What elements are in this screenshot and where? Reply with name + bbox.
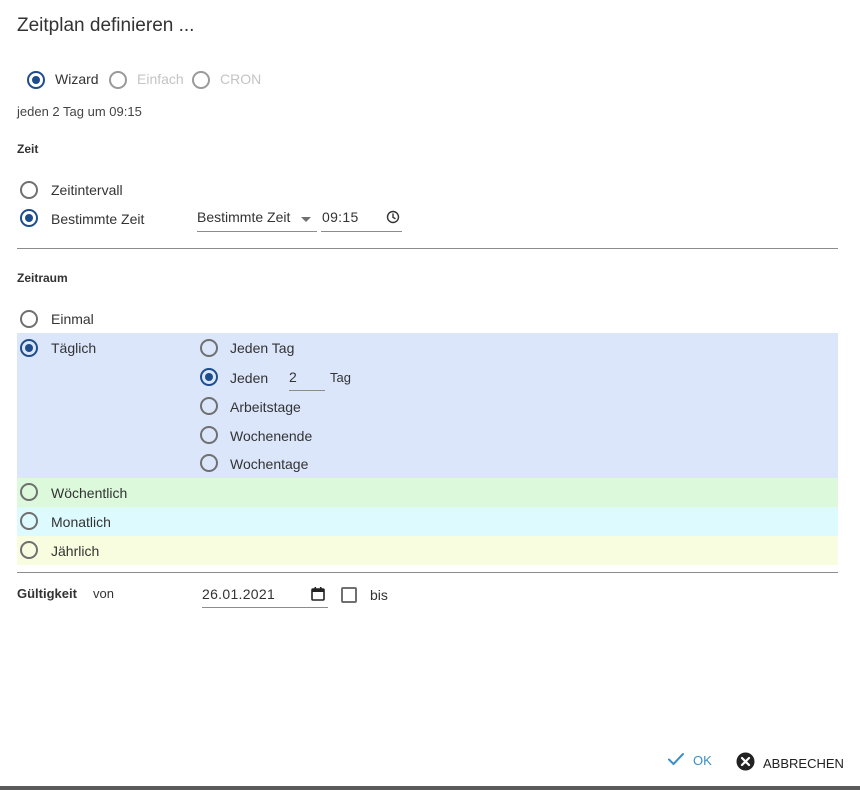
radio-woechentlich[interactable] (20, 483, 38, 501)
radio-jaehrlich[interactable] (20, 541, 38, 559)
band-jaehrlich (17, 536, 838, 565)
label-von: von (93, 586, 114, 601)
window-bottom-edge (0, 786, 860, 790)
valid-until-checkbox[interactable] (341, 587, 357, 603)
label-monatlich: Monatlich (51, 514, 111, 530)
section-heading-zeit: Zeit (17, 142, 39, 156)
mode-radio-cron[interactable] (192, 71, 210, 89)
valid-from-date-input[interactable]: 26.01.2021 (202, 583, 328, 608)
radio-zeitintervall[interactable] (20, 181, 38, 199)
divider-zeitraum (17, 572, 838, 573)
dialog-title: Zeitplan definieren ... (17, 15, 195, 36)
label-jeden-n: Jeden (230, 370, 269, 386)
label-bestimmte-zeit: Bestimmte Zeit (51, 211, 145, 227)
radio-monatlich[interactable] (20, 512, 38, 530)
time-mode-select-value: Bestimmte Zeit (197, 209, 291, 225)
band-monatlich (17, 507, 838, 536)
label-arbeitstage: Arbeitstage (230, 399, 301, 415)
interval-days-input[interactable]: 2 (289, 367, 325, 391)
radio-wochenende[interactable] (200, 426, 218, 444)
cancel-button-label: ABBRECHEN (763, 755, 844, 771)
label-woechentlich: Wöchentlich (51, 485, 128, 501)
label-wochentage: Wochentage (230, 456, 309, 472)
divider-zeit (17, 248, 838, 249)
mode-label-wizard: Wizard (55, 71, 99, 87)
ok-button[interactable]: OK (667, 752, 712, 769)
label-zeitintervall: Zeitintervall (51, 182, 123, 198)
label-bis: bis (370, 587, 388, 603)
label-jeden-tag: Jeden Tag (230, 340, 295, 356)
radio-bestimmte-zeit[interactable] (20, 209, 38, 227)
mode-radio-wizard[interactable] (27, 71, 45, 89)
cancel-button[interactable]: ABBRECHEN (736, 752, 844, 774)
schedule-summary: jeden 2 Tag um 09:15 (17, 104, 142, 119)
mode-label-einfach: Einfach (137, 71, 184, 87)
mode-radio-einfach[interactable] (109, 71, 127, 89)
ok-button-label: OK (693, 753, 712, 768)
label-wochenende: Wochenende (230, 428, 313, 444)
label-einmal: Einmal (51, 311, 94, 327)
band-woechentlich (17, 478, 838, 507)
clock-icon[interactable] (386, 210, 400, 227)
valid-from-date-value: 26.01.2021 (202, 586, 276, 602)
close-circle-icon (736, 752, 755, 774)
section-heading-gueltigkeit: Gültigkeit (17, 586, 77, 601)
label-taeglich: Täglich (51, 340, 97, 356)
check-icon (667, 752, 685, 769)
section-heading-zeitraum: Zeitraum (17, 271, 68, 285)
radio-jeden-n[interactable] (200, 368, 218, 386)
radio-wochentage[interactable] (200, 454, 218, 472)
calendar-icon[interactable] (310, 586, 326, 605)
time-input-value: 09:15 (322, 209, 359, 225)
interval-days-value: 2 (289, 369, 297, 385)
band-taeglich (17, 333, 838, 478)
radio-jeden-tag[interactable] (200, 339, 218, 357)
time-mode-select[interactable]: Bestimmte Zeit (197, 207, 317, 232)
radio-einmal[interactable] (20, 310, 38, 328)
time-input[interactable]: 09:15 (321, 207, 402, 232)
mode-label-cron: CRON (220, 71, 262, 87)
radio-arbeitstage[interactable] (200, 397, 218, 415)
label-jaehrlich: Jährlich (51, 543, 100, 559)
chevron-down-icon (301, 217, 311, 222)
radio-taeglich[interactable] (20, 339, 38, 357)
interval-unit-label: Tag (330, 370, 351, 385)
